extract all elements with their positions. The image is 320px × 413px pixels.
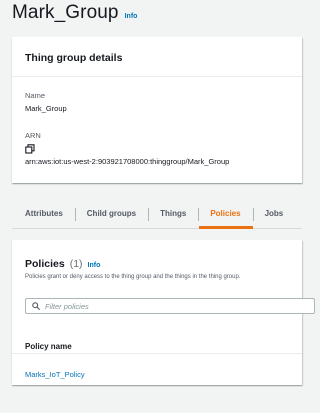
header-info-link[interactable]: Info [125, 13, 138, 20]
details-title: Thing group details [25, 52, 123, 64]
filter-policies-input[interactable] [45, 301, 245, 311]
thing-group-details-card: Thing group details Name Mark_Group ARN … [12, 37, 302, 183]
name-field: Name Mark_Group [25, 91, 67, 113]
tab-things[interactable]: Things [148, 199, 198, 228]
policies-info-link[interactable]: Info [88, 262, 101, 269]
name-label: Name [25, 91, 46, 100]
arn-field: ARN arn:aws:iot:us-west-2:903921708000:t… [25, 131, 229, 166]
policies-count: (1) [69, 258, 83, 270]
page-title: Mark_Group [12, 2, 119, 23]
page-header: Mark_Group Info [12, 2, 137, 24]
policies-card: Policies (1) Info Policies grant or deny… [12, 240, 315, 385]
tab-policies[interactable]: Policies [198, 199, 253, 229]
arn-value: arn:aws:iot:us-west-2:903921708000:thing… [25, 157, 230, 166]
policies-table-header: Policy name [12, 328, 302, 354]
tab-jobs[interactable]: Jobs [252, 199, 296, 228]
policy-name-link[interactable]: Marks_IoT_Policy [25, 370, 85, 379]
policies-title: Policies [25, 258, 65, 270]
search-icon [32, 302, 40, 310]
tabs-bar: Attributes Child groups Things Policies … [12, 199, 302, 229]
arn-label: ARN [25, 131, 41, 140]
table-row: Marks_IoT_Policy [25, 364, 85, 382]
policies-heading: Policies (1) Info [25, 258, 100, 270]
tab-attributes[interactable]: Attributes [12, 199, 75, 228]
copy-icon[interactable] [25, 144, 35, 154]
name-value: Mark_Group [25, 104, 67, 113]
details-card-header: Thing group details [12, 37, 302, 77]
policies-description: Policies grant or deny access to the thi… [25, 274, 241, 280]
column-header-policy-name[interactable]: Policy name [25, 342, 72, 351]
tab-child-groups[interactable]: Child groups [74, 199, 148, 228]
filter-policies-search[interactable] [25, 298, 315, 314]
